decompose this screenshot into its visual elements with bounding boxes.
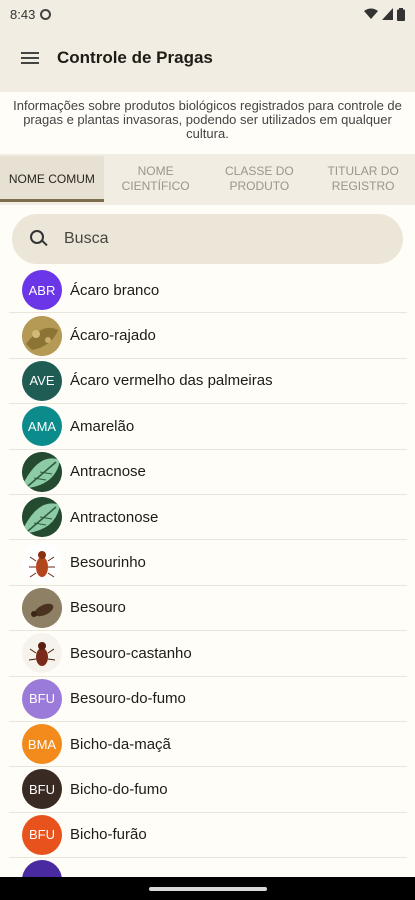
system-navigation-bar bbox=[0, 877, 415, 900]
list-item[interactable]: Antractonose bbox=[9, 494, 407, 541]
list-item-label: Antractonose bbox=[70, 508, 159, 526]
list-item-label: Besouro bbox=[70, 599, 126, 617]
tab-classe-do-produto[interactable]: CLASSE DO PRODUTO bbox=[208, 156, 312, 202]
list-item[interactable]: Besouro-castanho bbox=[9, 631, 407, 677]
tab-nome-comum[interactable]: NOME COMUM bbox=[0, 156, 104, 202]
tab-titular-do-registro[interactable]: TITULAR DO REGISTRO bbox=[311, 156, 415, 202]
page-title: Controle de Pragas bbox=[57, 48, 213, 67]
pest-list-container: ABR Ácaro branco Ácaro-rajado AVE Ácaro verm… bbox=[0, 265, 415, 877]
list-item[interactable]: BFU Bicho-furão bbox=[9, 812, 407, 859]
home-handle[interactable] bbox=[148, 886, 267, 891]
search-input[interactable] bbox=[64, 230, 364, 248]
signal-icon bbox=[382, 8, 393, 20]
list-item[interactable]: Besouro bbox=[9, 585, 407, 632]
pest-photo-avatar bbox=[22, 633, 62, 674]
list-item-label: Ácaro-rajado bbox=[70, 327, 156, 345]
list-item[interactable] bbox=[9, 858, 407, 877]
initials-avatar: AMA bbox=[22, 406, 62, 447]
list-item-label: Amarelão bbox=[70, 417, 135, 435]
list-item-label: Antracnose bbox=[70, 463, 146, 481]
pest-photo-avatar bbox=[22, 451, 62, 492]
tab-bar: NOME COMUM NOME CIENTÍFICO CLASSE DO PRO… bbox=[0, 156, 415, 202]
list-item-label: Besouro-castanho bbox=[70, 644, 192, 662]
initials-avatar: ABR bbox=[22, 270, 62, 311]
avatar-initials: AVE bbox=[29, 373, 55, 389]
avatar-initials: BFU bbox=[29, 827, 55, 843]
status-icons bbox=[364, 7, 405, 21]
settings-status-icon bbox=[40, 8, 52, 20]
list-item[interactable]: BMA Bicho-da-maçã bbox=[9, 721, 407, 768]
app-bar: Controle de Pragas bbox=[0, 28, 415, 88]
list-item-label: Bicho-da-maçã bbox=[70, 735, 171, 753]
list-item[interactable]: BFU Bicho-do-fumo bbox=[9, 767, 407, 813]
initials-avatar: AVE bbox=[22, 360, 62, 401]
pest-photo-avatar bbox=[22, 542, 62, 583]
avatar-initials: AMA bbox=[27, 418, 57, 434]
initials-avatar: BFU bbox=[22, 769, 62, 810]
status-bar: 8:43 bbox=[0, 0, 415, 28]
pest-photo-image bbox=[22, 587, 62, 628]
menu-button[interactable] bbox=[0, 28, 60, 88]
avatar-initials: BFU bbox=[29, 691, 55, 707]
initials-avatar bbox=[22, 860, 62, 877]
list-item[interactable]: BFU Besouro-do-fumo bbox=[9, 676, 407, 722]
avatar-initials: BFU bbox=[29, 781, 55, 797]
battery-icon bbox=[397, 7, 405, 21]
list-item-label: Ácaro vermelho das palmeiras bbox=[70, 372, 273, 390]
pest-list: ABR Ácaro branco Ácaro-rajado AVE Ácaro verm… bbox=[9, 268, 407, 877]
search-bar[interactable] bbox=[12, 214, 403, 264]
list-item-label: Besourinho bbox=[70, 554, 146, 572]
list-item[interactable]: AMA Amarelão bbox=[9, 404, 407, 450]
pest-photo-image bbox=[22, 542, 62, 583]
search-container bbox=[0, 205, 415, 265]
hamburger-menu-icon bbox=[21, 52, 39, 64]
initials-avatar: BMA bbox=[22, 724, 62, 765]
pest-photo-avatar bbox=[22, 497, 62, 538]
list-item-label: Ácaro branco bbox=[70, 281, 160, 299]
info-description: Informações sobre produtos biológicos re… bbox=[0, 92, 415, 154]
initials-avatar: BFU bbox=[22, 814, 62, 855]
list-item[interactable]: Besourinho bbox=[9, 540, 407, 586]
list-item[interactable]: Antracnose bbox=[9, 449, 407, 495]
list-item[interactable]: AVE Ácaro vermelho das palmeiras bbox=[9, 358, 407, 405]
status-time: 8:43 bbox=[10, 6, 36, 22]
pest-photo-avatar bbox=[22, 587, 62, 628]
initials-avatar: BFU bbox=[22, 678, 62, 719]
pest-photo-image bbox=[22, 315, 62, 356]
pest-photo-image bbox=[22, 497, 62, 538]
pest-photo-image bbox=[22, 451, 62, 492]
avatar-initials: BMA bbox=[27, 736, 57, 752]
tab-nome-cientifico[interactable]: NOME CIENTÍFICO bbox=[104, 156, 208, 202]
list-item-label: Besouro-do-fumo bbox=[70, 690, 186, 708]
pest-photo-avatar bbox=[22, 315, 62, 356]
pest-photo-image bbox=[22, 633, 62, 674]
list-item-label: Bicho-furão bbox=[70, 826, 147, 844]
search-icon bbox=[30, 230, 48, 248]
wifi-icon bbox=[364, 8, 378, 19]
list-item[interactable]: ABR Ácaro branco bbox=[9, 268, 407, 314]
list-item[interactable]: Ácaro-rajado bbox=[9, 313, 407, 359]
list-item-label: Bicho-do-fumo bbox=[70, 780, 168, 798]
avatar-initials: ABR bbox=[28, 282, 56, 298]
